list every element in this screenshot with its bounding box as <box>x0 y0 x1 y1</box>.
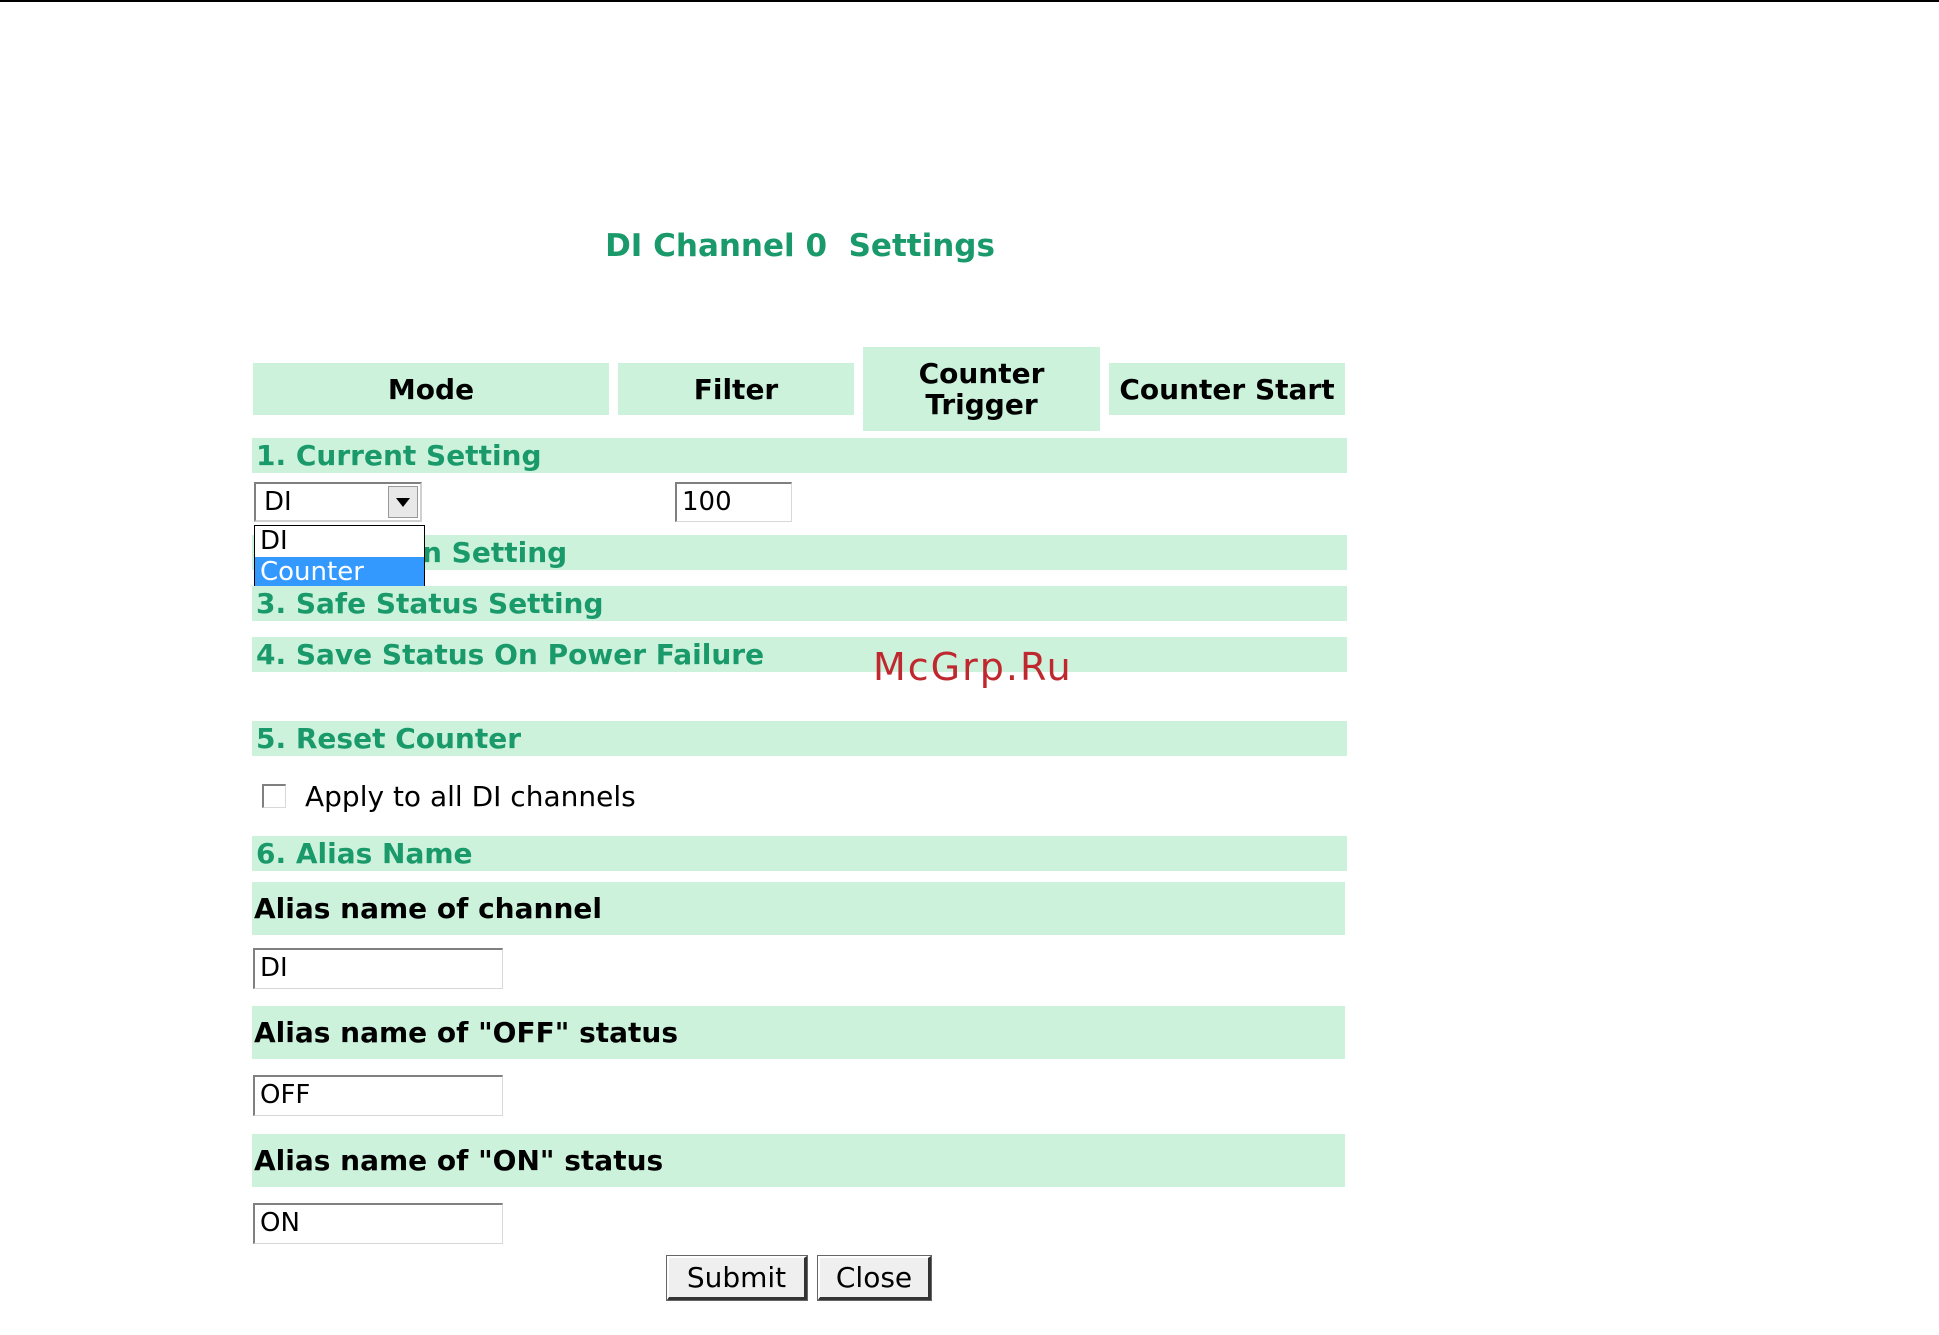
alias-channel-label: Alias name of channel <box>252 882 1345 935</box>
apply-all-checkbox[interactable] <box>262 784 286 808</box>
filter-input[interactable]: 100 <box>675 482 792 522</box>
section-current-setting: 1. Current Setting <box>252 438 1347 473</box>
mode-option-counter[interactable]: Counter <box>255 557 424 588</box>
column-header-counter-trigger: Counter Trigger <box>863 347 1100 431</box>
section-safe-status: 3. Safe Status Setting <box>252 586 1347 621</box>
submit-button[interactable]: Submit <box>666 1255 808 1301</box>
section-alias-name: 6. Alias Name <box>252 836 1347 871</box>
alias-on-label: Alias name of "ON" status <box>252 1134 1345 1187</box>
apply-all-label: Apply to all DI channels <box>305 780 636 813</box>
alias-off-label: Alias name of "OFF" status <box>252 1006 1345 1059</box>
mode-select-value: DI <box>264 487 292 517</box>
mode-option-di[interactable]: DI <box>255 526 424 557</box>
page-title: DI Channel 0 Settings <box>605 228 995 264</box>
watermark-text: McGrp.Ru <box>873 645 1073 689</box>
alias-on-input[interactable]: ON <box>253 1203 503 1244</box>
mode-dropdown-list[interactable]: DI Counter <box>254 525 425 591</box>
close-button[interactable]: Close <box>817 1255 932 1301</box>
top-border-line <box>0 0 1939 2</box>
column-header-filter: Filter <box>618 363 854 415</box>
section-save-status: 4. Save Status On Power Failure <box>252 637 1347 672</box>
alias-off-input[interactable]: OFF <box>253 1075 503 1116</box>
section-power-on-setting-label: n Setting <box>422 536 568 569</box>
alias-channel-input[interactable]: DI <box>253 948 503 989</box>
mode-select[interactable]: DI <box>254 482 422 522</box>
section-reset-counter: 5. Reset Counter <box>252 721 1347 756</box>
column-header-counter-start: Counter Start <box>1109 363 1345 415</box>
column-header-mode: Mode <box>253 363 609 415</box>
counter-trigger-label: Counter Trigger <box>918 357 1045 421</box>
chevron-down-icon[interactable] <box>388 486 418 518</box>
